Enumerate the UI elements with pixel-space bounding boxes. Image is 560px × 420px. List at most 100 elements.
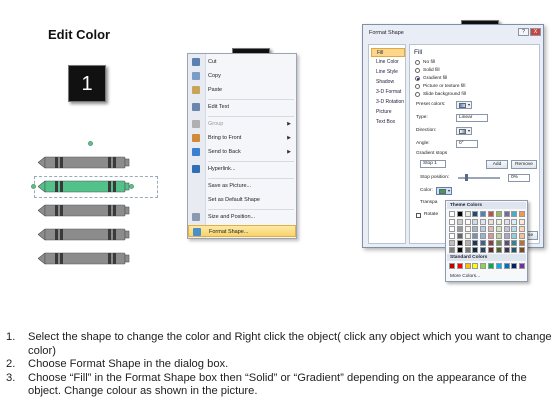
theme-color-swatch[interactable]: [503, 226, 510, 233]
standard-color-swatch[interactable]: [488, 263, 494, 269]
standard-color-swatch[interactable]: [464, 263, 471, 269]
theme-color-swatch[interactable]: [495, 226, 502, 233]
standard-color-swatch[interactable]: [472, 263, 479, 269]
theme-color-swatch[interactable]: [503, 233, 510, 240]
theme-color-swatch[interactable]: [519, 240, 526, 247]
nav-text-box[interactable]: Text Box: [371, 118, 405, 127]
standard-color-swatch[interactable]: [449, 263, 455, 269]
theme-color-swatch[interactable]: [511, 247, 518, 253]
theme-color-swatch[interactable]: [456, 233, 463, 240]
theme-color-swatch[interactable]: [449, 240, 455, 247]
theme-color-swatch[interactable]: [503, 211, 510, 217]
theme-color-swatch[interactable]: [488, 211, 494, 217]
type-select[interactable]: Linear: [456, 114, 488, 122]
radio-solid-fill[interactable]: Solid fill: [415, 67, 440, 74]
nav-picture[interactable]: Picture: [371, 108, 405, 117]
theme-color-swatch[interactable]: [519, 219, 526, 226]
menu-item-size-and-position[interactable]: Size and Position...: [188, 211, 296, 223]
theme-color-swatch[interactable]: [464, 247, 471, 253]
standard-color-swatch[interactable]: [456, 263, 463, 269]
theme-color-swatch[interactable]: [495, 247, 502, 253]
help-button[interactable]: ?: [518, 28, 529, 36]
theme-color-swatch[interactable]: [511, 233, 518, 240]
slider-thumb[interactable]: [465, 174, 468, 181]
theme-color-swatch[interactable]: [456, 219, 463, 226]
theme-color-swatch[interactable]: [449, 219, 455, 226]
theme-color-swatch[interactable]: [480, 240, 487, 247]
theme-color-swatch[interactable]: [464, 219, 471, 226]
theme-color-swatch[interactable]: [464, 233, 471, 240]
crayon[interactable]: [38, 252, 130, 265]
menu-item-paste[interactable]: Paste: [188, 84, 296, 96]
theme-color-swatch[interactable]: [449, 247, 455, 253]
theme-color-swatch[interactable]: [456, 211, 463, 217]
color-picker-button[interactable]: ▾: [436, 187, 452, 195]
theme-color-swatch[interactable]: [472, 211, 479, 217]
menu-item-send-to-back[interactable]: Send to Back ▶: [188, 146, 296, 158]
nav-line-style[interactable]: Line Style: [371, 68, 405, 77]
menu-item-hyperlink[interactable]: Hyperlink...: [188, 163, 296, 175]
theme-color-swatch[interactable]: [480, 233, 487, 240]
theme-color-swatch[interactable]: [495, 219, 502, 226]
theme-color-swatch[interactable]: [488, 226, 494, 233]
theme-color-swatch[interactable]: [449, 233, 455, 240]
theme-color-swatch[interactable]: [456, 247, 463, 253]
standard-color-swatch[interactable]: [519, 263, 526, 269]
theme-color-swatch[interactable]: [495, 233, 502, 240]
direction-button[interactable]: ▾: [456, 127, 472, 135]
theme-color-swatch[interactable]: [449, 226, 455, 233]
theme-color-swatch[interactable]: [519, 233, 526, 240]
standard-color-swatch[interactable]: [480, 263, 487, 269]
remove-stop-button[interactable]: Remove: [511, 160, 537, 169]
theme-color-swatch[interactable]: [495, 211, 502, 217]
crayon[interactable]: [38, 204, 130, 217]
theme-color-swatch[interactable]: [488, 219, 494, 226]
crayon[interactable]: [38, 156, 130, 169]
theme-color-swatch[interactable]: [480, 211, 487, 217]
theme-color-swatch[interactable]: [488, 233, 494, 240]
theme-color-swatch[interactable]: [503, 247, 510, 253]
theme-color-swatch[interactable]: [480, 226, 487, 233]
nav-line-color[interactable]: Line Color: [371, 58, 405, 67]
theme-color-swatch[interactable]: [456, 240, 463, 247]
nav-3d-format[interactable]: 3-D Format: [371, 88, 405, 97]
theme-color-swatch[interactable]: [464, 226, 471, 233]
theme-color-swatch[interactable]: [511, 219, 518, 226]
theme-color-swatch[interactable]: [472, 247, 479, 253]
theme-color-swatch[interactable]: [519, 226, 526, 233]
theme-color-swatch[interactable]: [456, 226, 463, 233]
crayon[interactable]: [38, 228, 130, 241]
theme-color-swatch[interactable]: [519, 211, 526, 217]
standard-color-swatch[interactable]: [503, 263, 510, 269]
rotate-checkbox[interactable]: [416, 213, 421, 218]
theme-color-swatch[interactable]: [472, 226, 479, 233]
radio-picture-fill[interactable]: Picture or texture fill: [415, 83, 465, 90]
theme-color-swatch[interactable]: [519, 247, 526, 253]
menu-item-copy[interactable]: Copy: [188, 70, 296, 82]
theme-color-swatch[interactable]: [511, 226, 518, 233]
selection-handle[interactable]: [31, 184, 36, 189]
menu-item-set-as-default-shape[interactable]: Set as Default Shape: [188, 194, 296, 206]
standard-color-swatch[interactable]: [511, 263, 518, 269]
selection-handle[interactable]: [88, 141, 93, 146]
stop-position-input[interactable]: 0%: [508, 174, 530, 182]
theme-color-swatch[interactable]: [480, 247, 487, 253]
preset-colors-button[interactable]: ▾: [456, 101, 472, 109]
crayon-selected[interactable]: [38, 180, 130, 193]
more-colors-link[interactable]: More Colors...: [450, 274, 480, 279]
angle-input[interactable]: 0°: [456, 140, 478, 148]
radio-no-fill[interactable]: No fill: [415, 59, 435, 66]
theme-color-swatch[interactable]: [464, 240, 471, 247]
menu-item-cut[interactable]: Cut: [188, 56, 296, 68]
nav-fill[interactable]: Fill: [371, 48, 405, 57]
theme-color-swatch[interactable]: [488, 240, 494, 247]
theme-color-swatch[interactable]: [495, 240, 502, 247]
theme-color-swatch[interactable]: [503, 240, 510, 247]
add-stop-button[interactable]: Add: [486, 160, 508, 169]
theme-color-swatch[interactable]: [511, 240, 518, 247]
theme-color-swatch[interactable]: [472, 240, 479, 247]
standard-color-swatch[interactable]: [495, 263, 502, 269]
menu-item-edit-text[interactable]: Edit Text: [188, 101, 296, 113]
menu-item-group[interactable]: Group ▶: [188, 118, 296, 130]
theme-color-swatch[interactable]: [472, 233, 479, 240]
